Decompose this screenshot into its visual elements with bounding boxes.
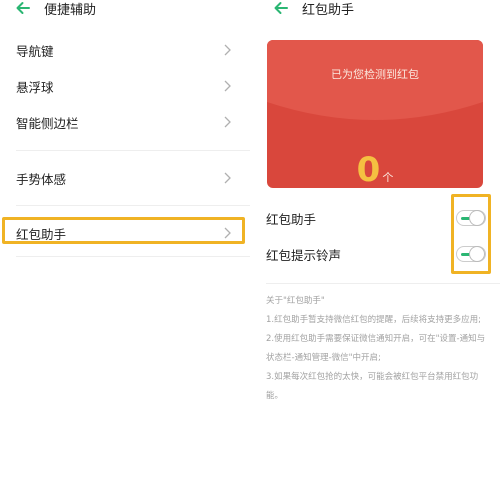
count-number: 0 xyxy=(356,150,381,188)
highlight-box xyxy=(451,194,491,274)
panel-gap xyxy=(250,0,258,500)
count-unit: 个 xyxy=(382,171,394,184)
divider xyxy=(16,205,250,206)
notes-line: 1.红包助手暂支持微信红包的提醒，后续将支持更多应用; xyxy=(266,315,481,325)
list-item-smart-sidebar[interactable]: 智能侧边栏 xyxy=(0,104,250,140)
chevron-right-icon xyxy=(220,170,236,186)
list-item-gesture-motion[interactable]: 手势体感 xyxy=(0,160,250,196)
header: 便捷辅助 xyxy=(0,0,250,20)
divider xyxy=(16,256,250,257)
chevron-right-icon xyxy=(220,114,236,130)
back-arrow-icon[interactable] xyxy=(270,0,292,19)
list-item-label: 智能侧边栏 xyxy=(16,115,79,131)
back-arrow-icon[interactable] xyxy=(12,0,34,19)
list-item-label: 导航键 xyxy=(16,43,54,59)
header: 红包助手 xyxy=(258,0,500,20)
notes-line: 2.使用红包助手需要保证微信通知开启，可在"设置-通知与 xyxy=(266,334,486,344)
chevron-right-icon xyxy=(220,78,236,94)
red-packet-assistant-screen: 红包助手 已为您检测到红包 0个 红包助手 红包提示铃声 关于"红包助手" 1.… xyxy=(258,0,500,500)
detected-caption: 已为您检测到红包 xyxy=(331,68,419,81)
about-notes: 关于"红包助手" 1.红包助手暂支持微信红包的提醒，后续将支持更多应用; 2.使… xyxy=(266,292,492,406)
page-title: 便捷辅助 xyxy=(44,2,97,18)
list-item-label: 手势体感 xyxy=(16,171,67,187)
divider xyxy=(266,283,500,284)
notes-heading: 关于"红包助手" xyxy=(266,296,325,306)
envelope-flap xyxy=(267,40,483,120)
highlight-box xyxy=(2,217,245,244)
notes-line: 状态栏-通知管理-微信"中开启; xyxy=(266,353,381,363)
toggle-label: 红包提示铃声 xyxy=(266,247,342,263)
notes-line: 3.如果每次红包抢的太快，可能会被红包平台禁用红包功 xyxy=(266,372,479,382)
convenient-assist-screen: 便捷辅助 导航键 悬浮球 智能侧边栏 手势体感 红包助手 xyxy=(0,0,250,500)
notes-line: 能。 xyxy=(266,391,284,401)
list-item-nav-keys[interactable]: 导航键 xyxy=(0,32,250,68)
list-item-label: 悬浮球 xyxy=(16,79,54,95)
red-packet-card: 已为您检测到红包 0个 xyxy=(267,40,483,188)
red-packet-count: 0个 xyxy=(267,150,483,188)
chevron-right-icon xyxy=(220,42,236,58)
toggle-label: 红包助手 xyxy=(266,211,317,227)
list-item-floating-ball[interactable]: 悬浮球 xyxy=(0,68,250,104)
divider xyxy=(16,150,250,151)
page-title: 红包助手 xyxy=(302,2,355,18)
